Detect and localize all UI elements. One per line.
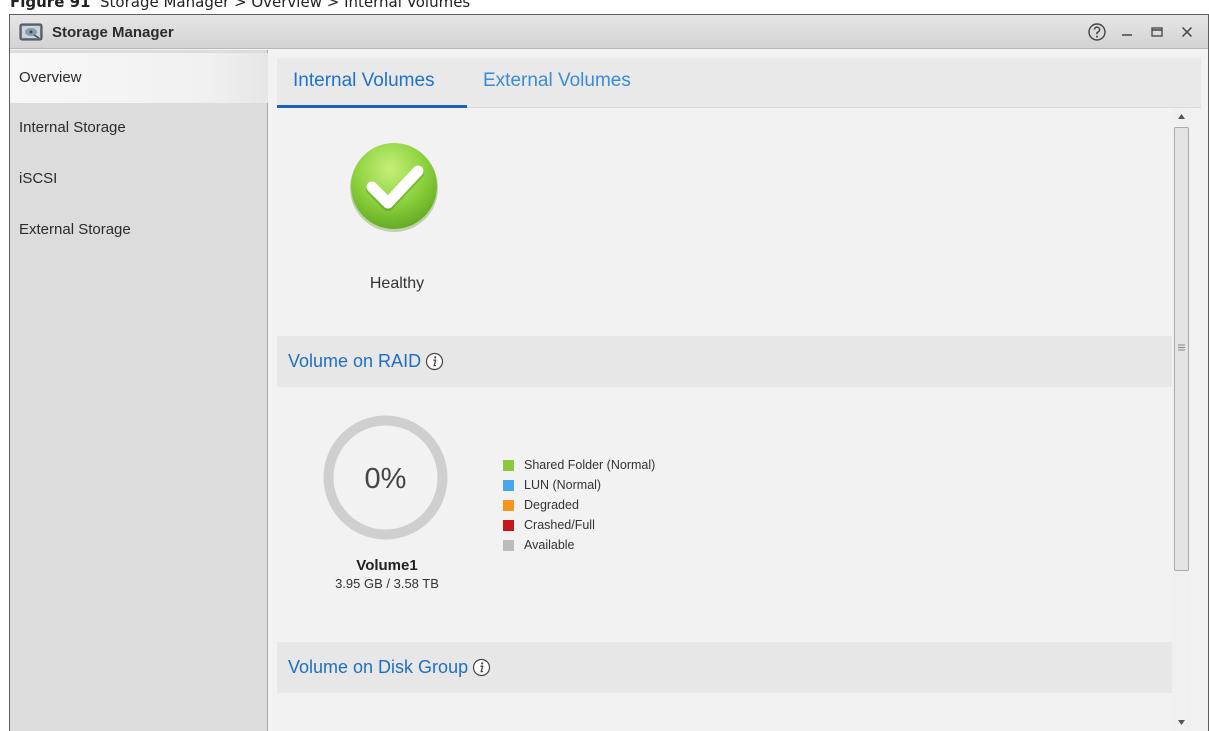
volume-size: 3.95 GB / 3.58 TB [335,576,439,591]
legend-item: LUN (Normal) [503,475,655,495]
sidebar-item-label: iSCSI [19,170,58,187]
legend-label: Shared Folder (Normal) [524,458,656,472]
health-status-label: Healthy [369,275,425,292]
scroll-down-icon [1178,720,1185,725]
legend-item: Shared Folder (Normal) [503,455,655,475]
close-icon [1181,26,1193,38]
disk-group-section-label: Volume on Disk Group [288,657,469,677]
scroll-up-icon [1178,114,1185,119]
window-title: Storage Manager [52,24,174,41]
legend-swatch-shared-folder [503,459,514,471]
sidebar: Overview Internal Storage iSCSI External… [10,50,268,731]
legend-label: Crashed/Full [524,518,595,532]
main-content: Internal Volumes External Volumes Health… [277,50,1201,731]
tab-external-volumes[interactable]: External Volumes [483,70,631,92]
legend-item: Crashed/Full [503,515,655,535]
raid-section-header: Volume on RAID [277,336,1181,387]
minimize-icon [1122,34,1132,36]
raid-section-title: Volume on RAID [288,351,444,372]
legend-item: Degraded [503,495,655,515]
sidebar-item-internal-storage[interactable]: Internal Storage [10,103,268,153]
figure-caption-text: Storage Manager > Overview > Internal Vo… [100,0,471,11]
legend-swatch-available [503,539,514,551]
legend-label: Degraded [524,498,579,512]
sidebar-item-external-storage[interactable]: External Storage [10,205,268,255]
volume-name: Volume1 [356,557,418,574]
storage-manager-window: Storage Manager Overview Internal Storag… [9,14,1209,731]
close-button[interactable] [1172,20,1202,44]
sidebar-item-label: External Storage [19,221,131,238]
active-tab-indicator [277,105,467,108]
title-bar[interactable]: Storage Manager [10,15,1208,49]
disk-group-section-title: Volume on Disk Group [288,657,491,678]
raid-section-label: Volume on RAID [288,351,422,371]
legend-label: LUN (Normal) [524,478,602,492]
storage-drive-icon [19,23,43,41]
figure-caption-label: Figure 91 [10,0,91,11]
scroll-up-button[interactable] [1172,108,1191,125]
sidebar-item-iscsi[interactable]: iSCSI [10,154,268,204]
tab-internal-volumes[interactable]: Internal Volumes [293,70,435,92]
disk-group-section-header: Volume on Disk Group [277,642,1181,693]
legend-swatch-crashed-full [503,519,514,531]
maximize-icon [1151,27,1163,37]
legend-swatch-lun [503,479,514,491]
figure-caption: Figure 91 Storage Manager > Overview > I… [0,0,1209,14]
vertical-scrollbar[interactable] [1172,108,1191,731]
window-controls [1082,20,1202,44]
volume-usage-ring: 0% [323,415,448,540]
legend-swatch-degraded [503,499,514,511]
scroll-thumb[interactable] [1174,127,1189,571]
maximize-button[interactable] [1142,20,1172,44]
grip-icon [1178,344,1185,351]
help-button[interactable] [1082,20,1112,44]
checkmark-icon [350,143,438,232]
sidebar-item-overview[interactable]: Overview [10,53,268,103]
scroll-down-button[interactable] [1172,714,1191,731]
legend-label: Available [524,538,575,552]
info-icon[interactable] [472,658,491,677]
legend: Shared Folder (Normal) LUN (Normal) Degr… [503,455,655,555]
help-icon [1088,23,1106,41]
sidebar-item-label: Internal Storage [19,119,126,136]
legend-item: Available [503,535,655,555]
sidebar-item-label: Overview [19,69,82,86]
minimize-button[interactable] [1112,20,1142,44]
info-icon[interactable] [425,352,444,371]
tab-bar: Internal Volumes External Volumes [277,58,1201,108]
volume-usage-percent: 0% [365,463,407,495]
